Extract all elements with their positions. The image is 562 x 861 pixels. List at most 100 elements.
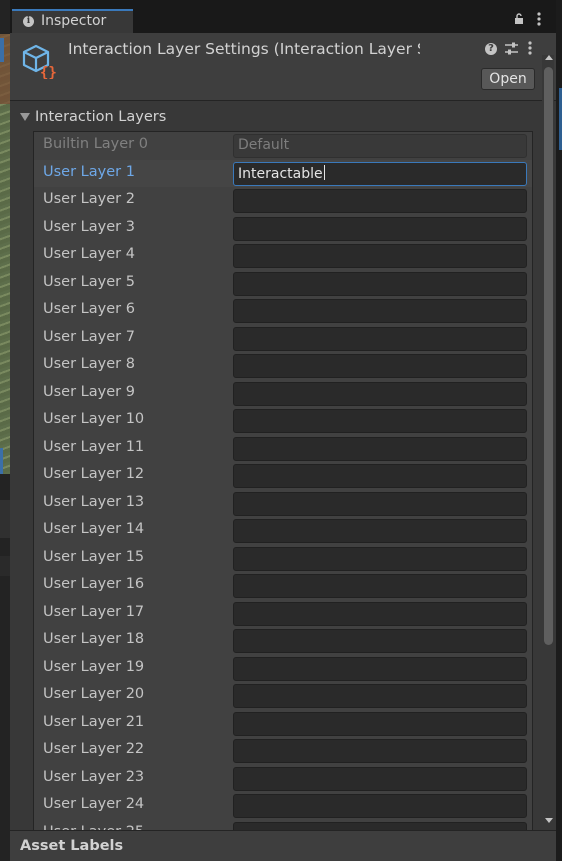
layer-label: User Layer 23 <box>43 768 145 785</box>
layer-name-field[interactable] <box>233 381 527 406</box>
layer-name-field[interactable] <box>233 821 527 830</box>
layer-row: User Layer 23 <box>34 765 532 793</box>
asset-labels-section[interactable]: Asset Labels <box>10 830 556 861</box>
scroll-down-icon[interactable] <box>545 818 553 823</box>
layer-row: User Layer 24 <box>34 792 532 820</box>
scroll-up-icon[interactable] <box>545 55 553 60</box>
layer-name-field[interactable] <box>233 629 527 653</box>
help-icon[interactable]: ? <box>485 43 497 55</box>
inspector-content: Interaction Layers Builtin Layer 0 Defaul… <box>10 101 540 830</box>
inspector-panel: i Inspector {} Interaction Layer Setting… <box>10 0 556 861</box>
layer-label: User Layer 4 <box>43 246 135 262</box>
asset-title: Interaction Layer Settings (Interaction … <box>68 40 420 58</box>
scriptable-object-icon: {} <box>22 44 57 79</box>
layer-row: User Layer 18 <box>34 627 532 655</box>
layer-label: User Layer 12 <box>43 466 145 482</box>
lock-icon[interactable] <box>514 13 524 25</box>
layer-name-field[interactable] <box>233 739 527 763</box>
open-button[interactable]: Open <box>481 68 535 90</box>
layer-label: User Layer 10 <box>43 411 145 427</box>
layer-label: User Layer 1 <box>43 163 135 180</box>
layer-row: User Layer 17 <box>34 600 532 628</box>
layer-name-field[interactable] <box>233 574 527 598</box>
layer-label: User Layer 5 <box>43 273 135 290</box>
right-panel-edge <box>556 0 562 861</box>
layer-row: User Layer 20 <box>34 682 532 710</box>
layer-label: User Layer 9 <box>43 383 135 400</box>
inspector-header: {} Interaction Layer Settings (Interacti… <box>10 33 556 101</box>
svg-text:{}: {} <box>40 65 57 79</box>
layer-row: User Layer 13 <box>34 490 532 518</box>
layer-name-field[interactable]: Interactable <box>233 161 527 186</box>
layer-name-field[interactable] <box>233 794 527 818</box>
layer-label: User Layer 17 <box>43 603 145 620</box>
layer-row: User Layer 1 Interactable <box>34 159 532 187</box>
layer-row: User Layer 5 <box>34 270 532 298</box>
layer-label: User Layer 18 <box>43 631 145 647</box>
layer-label: User Layer 19 <box>43 658 145 675</box>
asset-labels-title: Asset Labels <box>20 838 124 854</box>
layer-name-field[interactable] <box>233 656 527 681</box>
layer-name-field[interactable] <box>233 546 527 571</box>
layer-row: User Layer 16 <box>34 572 532 600</box>
layer-row: User Layer 9 <box>34 380 532 408</box>
layer-label: User Layer 7 <box>43 328 135 345</box>
tab-inspector[interactable]: i Inspector <box>12 9 133 33</box>
layer-name-field[interactable] <box>233 189 527 213</box>
layer-row: User Layer 15 <box>34 545 532 573</box>
presets-icon[interactable] <box>505 42 518 55</box>
layer-name-field[interactable] <box>233 271 527 296</box>
adjacent-panel-edge <box>0 500 10 538</box>
layer-row: User Layer 11 <box>34 435 532 463</box>
foldout-label: Interaction Layers <box>35 109 167 125</box>
layer-label: User Layer 21 <box>43 713 145 730</box>
layer-label: User Layer 13 <box>43 493 145 510</box>
layer-name-field[interactable] <box>233 244 527 268</box>
adjacent-panel-edge <box>0 556 10 576</box>
layer-row: User Layer 3 <box>34 215 532 243</box>
layer-name-field[interactable] <box>233 436 527 461</box>
layer-row: User Layer 21 <box>34 710 532 738</box>
tab-label: Inspector <box>41 13 107 29</box>
kebab-menu-icon[interactable] <box>528 41 532 55</box>
layer-row: User Layer 14 <box>34 517 532 545</box>
tab-bar: i Inspector <box>10 0 556 33</box>
layer-row: User Layer 7 <box>34 325 532 353</box>
layer-label: User Layer 8 <box>43 356 135 372</box>
info-icon: i <box>23 16 34 27</box>
layer-name-field[interactable] <box>233 216 527 241</box>
layer-row: User Layer 4 <box>34 242 532 270</box>
layer-row: User Layer 2 <box>34 187 532 215</box>
layer-name-field[interactable] <box>233 326 527 351</box>
layer-name-field[interactable] <box>233 299 527 323</box>
layer-row: User Layer 8 <box>34 352 532 380</box>
layer-name-field[interactable] <box>233 354 527 378</box>
layer-name-field[interactable] <box>233 519 527 543</box>
vertical-scrollbar[interactable] <box>542 55 554 830</box>
layer-name-field[interactable] <box>233 766 527 791</box>
layer-label: User Layer 15 <box>43 548 145 565</box>
layer-name-field[interactable] <box>233 491 527 516</box>
layer-row: Builtin Layer 0 Default <box>34 132 532 160</box>
layer-name-field[interactable] <box>233 601 527 626</box>
layer-label: User Layer 14 <box>43 521 145 537</box>
layer-row: User Layer 12 <box>34 462 532 490</box>
scene-selection-marker <box>0 448 3 474</box>
layer-row: User Layer 25 <box>34 820 532 830</box>
layer-label: User Layer 11 <box>43 438 145 455</box>
layer-name-field[interactable] <box>233 711 527 736</box>
layer-row: User Layer 6 <box>34 297 532 325</box>
layer-name-field[interactable] <box>233 464 527 488</box>
foldout-arrow-icon[interactable] <box>20 113 30 121</box>
layer-label: User Layer 16 <box>43 576 145 592</box>
layer-label: Builtin Layer 0 <box>43 136 148 152</box>
layer-row: User Layer 10 <box>34 407 532 435</box>
layer-label: User Layer 3 <box>43 218 135 235</box>
layer-name-field: Default <box>233 134 527 158</box>
layers-list: Builtin Layer 0 Default User Layer 1 Intera… <box>33 131 533 830</box>
scrollbar-thumb[interactable] <box>544 67 553 645</box>
kebab-menu-icon[interactable] <box>537 12 541 26</box>
layer-name-field[interactable] <box>233 684 527 708</box>
layer-name-field[interactable] <box>233 409 527 433</box>
layer-label: User Layer 24 <box>43 796 145 812</box>
